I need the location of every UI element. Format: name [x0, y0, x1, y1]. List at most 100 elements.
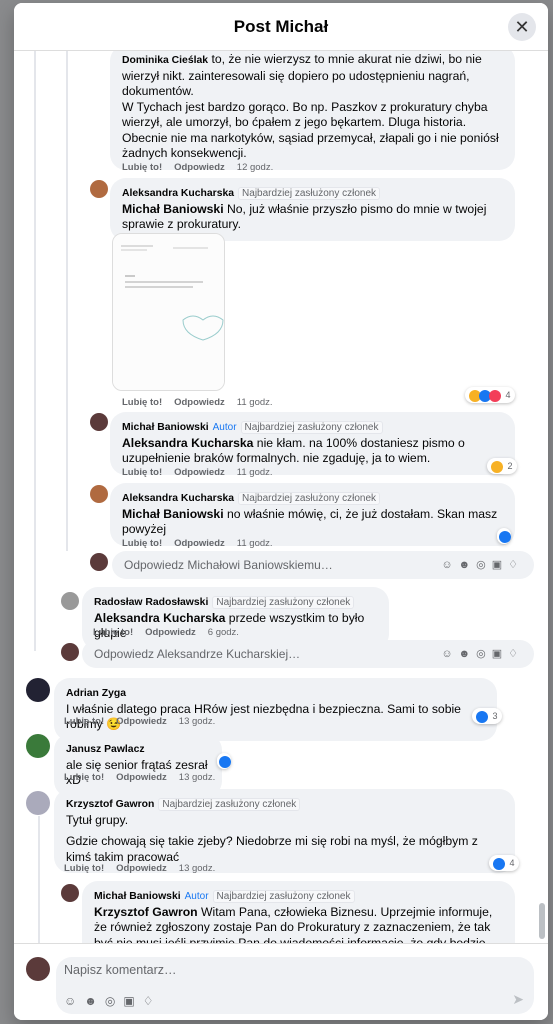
comment-input[interactable]: Napisz komentarz… ☺☻◎▣♢ ➤ [56, 957, 534, 1014]
top-member-badge: Najbardziej zasłużony członek [240, 421, 383, 434]
reply-button[interactable]: Odpowiedz [145, 627, 196, 638]
top-member-badge: Najbardziej zasłużony członek [238, 187, 381, 200]
reply-input[interactable]: Odpowiedz Michałowi Baniowskiemu… ☺☻◎▣♢ [112, 551, 534, 579]
reply-button[interactable]: Odpowiedz [174, 538, 225, 549]
comment-placeholder: Napisz komentarz… [64, 963, 177, 977]
modal-header: Post Michał ✕ [14, 3, 548, 51]
reaction-count[interactable]: 4 [489, 855, 519, 871]
avatar[interactable] [26, 791, 50, 815]
reaction-count[interactable]: 4 [465, 387, 515, 403]
avatar[interactable] [26, 734, 50, 758]
comments-list[interactable]: Dominika Cieślak to, że nie wierzysz to … [14, 51, 548, 943]
comment-actions: Lubię to! Odpowiedz 13 godz. [64, 772, 227, 783]
mention-link[interactable]: Michał Baniowski [122, 507, 224, 521]
top-member-badge: Najbardziej zasłużony członek [212, 596, 355, 609]
author-badge: Autor [212, 422, 237, 433]
document-image[interactable] [112, 233, 225, 391]
send-icon[interactable]: ➤ [512, 991, 524, 1008]
mention-link[interactable]: Aleksandra Kucharska [122, 436, 253, 450]
scrollbar[interactable] [539, 903, 545, 939]
reply-placeholder: Odpowiedz Michałowi Baniowskiemu… [124, 558, 333, 572]
like-reaction-icon [476, 710, 488, 723]
reaction-count-number: 2 [507, 461, 513, 471]
reply-button[interactable]: Odpowiedz [116, 772, 167, 783]
comment-text: Gdzie chowają się takie zjeby? Niedobrze… [66, 834, 478, 864]
comment-author[interactable]: Dominika Cieślak [122, 55, 208, 66]
comment-author[interactable]: Michał Baniowski [122, 422, 209, 433]
top-member-badge: Najbardziej zasłużony członek [212, 890, 355, 903]
comment-time: 11 godz. [236, 538, 273, 549]
like-button[interactable]: Lubię to! [64, 772, 104, 783]
love-reaction-icon [489, 389, 501, 402]
reply-input[interactable]: Odpowiedz Aleksandrze Kucharskiej… ☺☻◎▣♢ [82, 640, 534, 668]
reaction-count[interactable] [497, 528, 511, 544]
comment-actions: Lubię to! Odpowiedz 13 godz. [64, 863, 227, 874]
comment-bubble: Adrian Zyga I właśnie dlatego praca HRów… [54, 678, 497, 741]
comment-bubble: Krzysztof Gawron Najbardziej zasłużony cz… [54, 789, 515, 873]
reaction-count[interactable] [217, 753, 231, 769]
comment-actions: Lubię to! Odpowiedz 11 godz. [122, 467, 285, 478]
comment-time: 13 godz. [178, 716, 216, 727]
comment-author[interactable]: Krzysztof Gawron [66, 799, 154, 810]
like-reaction-icon [499, 530, 511, 543]
document-scan-icon [113, 234, 224, 390]
comment-actions: Lubię to! Odpowiedz 6 godz. [93, 627, 251, 638]
comment-time: 11 godz. [236, 397, 273, 408]
avatar[interactable] [61, 884, 79, 902]
like-reaction-icon [219, 755, 231, 768]
comment-actions: Lubię to! Odpowiedz 12 godz. [122, 162, 285, 173]
like-button[interactable]: Lubię to! [93, 627, 133, 638]
comment-actions: Lubię to! Odpowiedz 13 godz. [64, 716, 227, 727]
avatar [26, 957, 50, 981]
mention-link[interactable]: Aleksandra Kucharska [94, 611, 225, 625]
thread-line [66, 51, 68, 551]
like-reaction-icon [493, 857, 505, 870]
comment-bubble: Michał Baniowski Autor Najbardziej zasłużo… [82, 881, 515, 943]
mention-link[interactable]: Krzysztof Gawron [94, 905, 198, 919]
thread-line [38, 816, 40, 943]
comment-time: 6 godz. [207, 627, 239, 638]
comment-time: 12 godz. [236, 162, 274, 173]
comment-author[interactable]: Aleksandra Kucharska [122, 188, 234, 199]
comment-author[interactable]: Radosław Radosławski [94, 597, 208, 608]
reaction-count[interactable]: 2 [487, 458, 517, 474]
avatar [61, 643, 79, 661]
avatar [90, 553, 108, 571]
reply-button[interactable]: Odpowiedz [116, 716, 167, 727]
close-icon[interactable]: ✕ [508, 13, 536, 41]
comment-composer: Napisz komentarz… ☺☻◎▣♢ ➤ [14, 943, 548, 1020]
like-button[interactable]: Lubię to! [64, 716, 104, 727]
thread-line [34, 51, 36, 651]
reaction-count-number: 4 [509, 858, 515, 868]
comment-author[interactable]: Michał Baniowski [94, 891, 181, 902]
like-button[interactable]: Lubię to! [122, 162, 162, 173]
reply-button[interactable]: Odpowiedz [174, 162, 225, 173]
comment-bubble: Dominika Cieślak to, że nie wierzysz to … [110, 51, 515, 170]
composer-icons[interactable]: ☺☻◎▣♢ [64, 994, 161, 1008]
avatar[interactable] [90, 180, 108, 198]
reply-button[interactable]: Odpowiedz [174, 467, 225, 478]
comment-time: 11 godz. [236, 467, 273, 478]
reply-button[interactable]: Odpowiedz [116, 863, 167, 874]
avatar[interactable] [90, 413, 108, 431]
comment-bubble: Michał Baniowski Autor Najbardziej zasłużo… [110, 412, 515, 475]
comment-author[interactable]: Janusz Pawlacz [66, 744, 145, 755]
composer-icons: ☺☻◎▣♢ [441, 648, 524, 660]
comment-text: to, że nie wierzysz to mnie akurat nie d… [122, 52, 499, 160]
reply-button[interactable]: Odpowiedz [174, 397, 225, 408]
avatar[interactable] [90, 485, 108, 503]
like-button[interactable]: Lubię to! [64, 863, 104, 874]
avatar[interactable] [26, 678, 50, 702]
avatar[interactable] [61, 592, 79, 610]
comment-bubble: Aleksandra Kucharska Najbardziej zasłużon… [110, 483, 515, 546]
comment-author[interactable]: Aleksandra Kucharska [122, 493, 234, 504]
mention-link[interactable]: Michał Baniowski [122, 202, 224, 216]
reaction-count-number: 4 [505, 390, 511, 400]
comment-author[interactable]: Adrian Zyga [66, 688, 126, 699]
like-button[interactable]: Lubię to! [122, 538, 162, 549]
like-button[interactable]: Lubię to! [122, 467, 162, 478]
comment-text: Tytuł grupy. [66, 812, 129, 827]
reaction-count[interactable]: 3 [472, 708, 502, 724]
comment-bubble: Aleksandra Kucharska Najbardziej zasłużon… [110, 178, 515, 241]
like-button[interactable]: Lubię to! [122, 397, 162, 408]
